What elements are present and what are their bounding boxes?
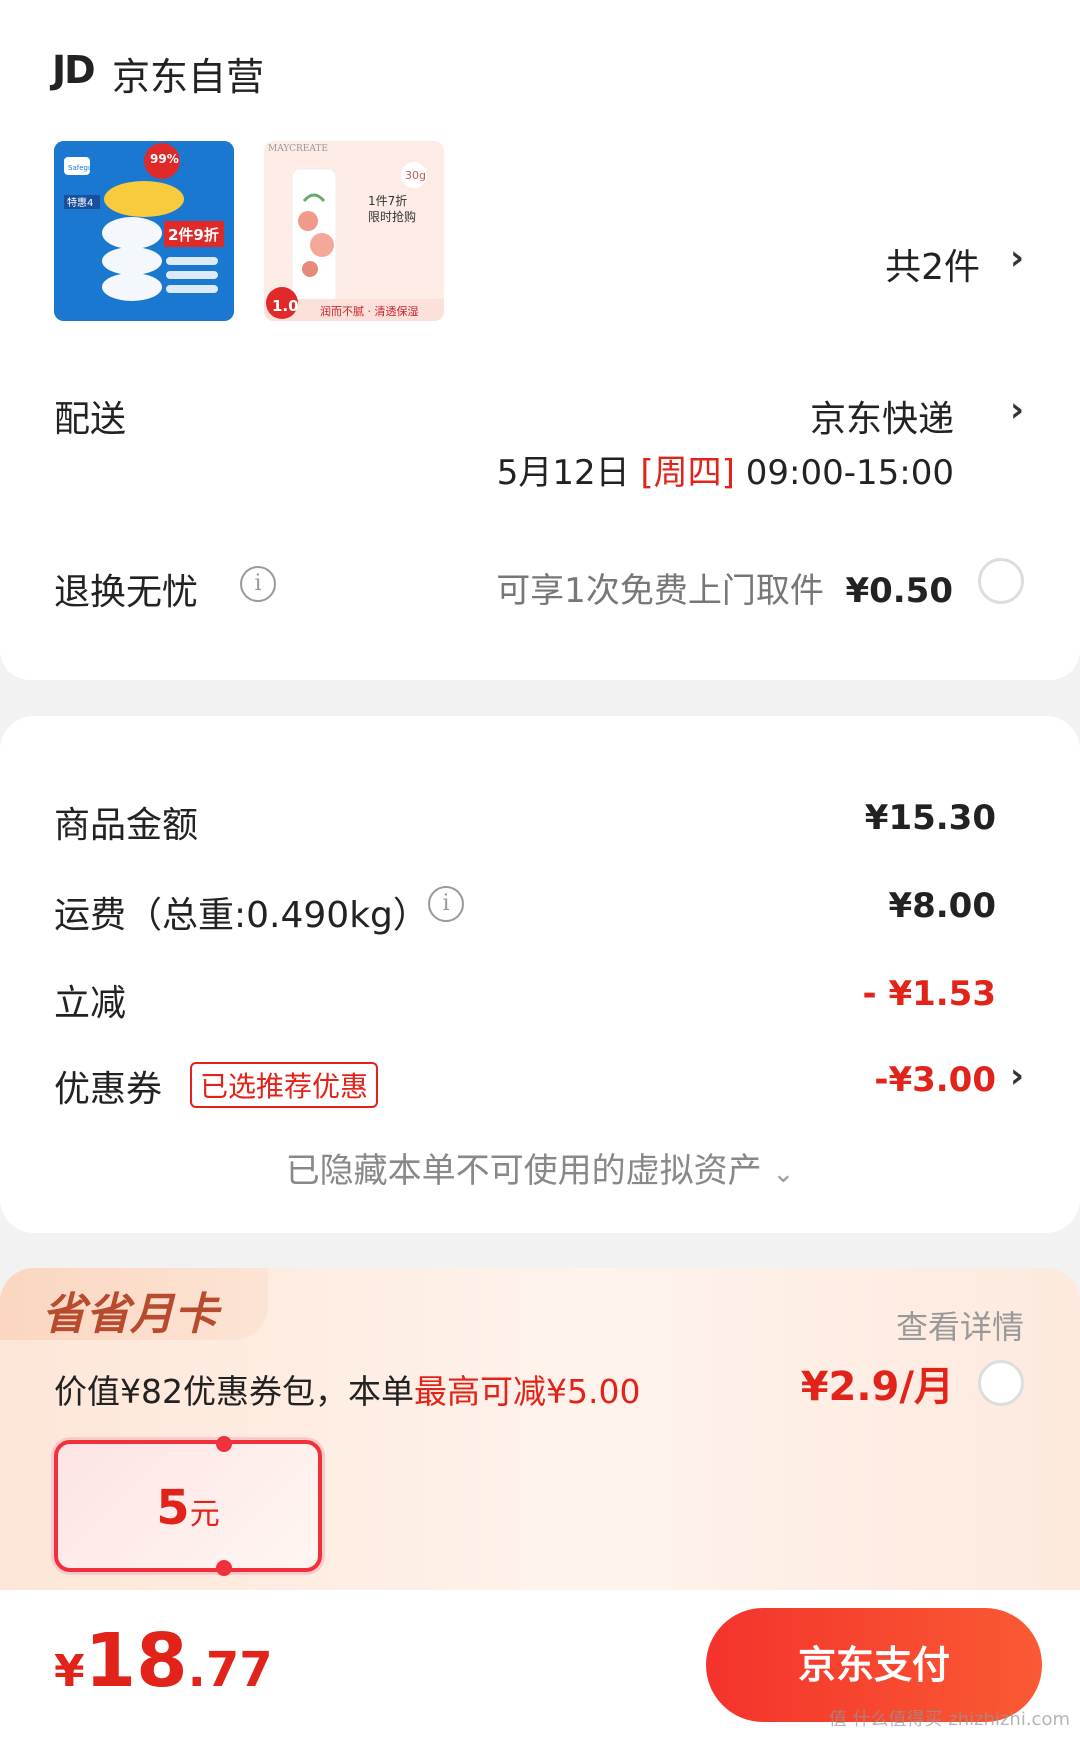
chevron-right-icon[interactable]: › (1010, 238, 1024, 278)
cream-brand-text: MAYCREATE (268, 144, 328, 154)
product-count[interactable]: 共2件 (885, 238, 980, 290)
soap-brand-text: Safeguard (68, 164, 104, 172)
delivery-time-slot: 09:00-15:00 (745, 453, 954, 493)
delivery-method[interactable]: 京东快递 (810, 390, 954, 442)
total-decimal: .77 (187, 1642, 273, 1698)
cream-price-text: 1.0 (272, 297, 299, 315)
return-service-radio[interactable] (978, 558, 1024, 604)
hidden-assets-text: 已隐藏本单不可使用的虚拟资产 (285, 1151, 762, 1191)
coupon-chip: 5元 (54, 1436, 322, 1576)
coupon-badge: 已选推荐优惠 (190, 1062, 379, 1108)
order-total: ¥18.77 (54, 1618, 273, 1704)
coupon-notch (216, 1560, 232, 1576)
product-thumbnail-soap[interactable]: Safeguard 99% 特惠4 2件9折 (54, 141, 234, 321)
return-service-label: 退换无忧 (54, 572, 199, 613)
shipping-label: 运费（总重:0.490kg） (54, 895, 429, 936)
info-icon[interactable]: i (240, 566, 276, 602)
chevron-down-icon: ⌄ (772, 1159, 795, 1189)
product-thumbnail-hand-cream[interactable]: MAYCREATE 30g 1件7折 限时抢购 1.0 润而不腻 · 清透保湿 (264, 141, 444, 321)
bottom-checkout-bar: ¥18.77 京东支付 值 什么值得买 zhizhizhi.com (0, 1590, 1080, 1739)
jd-logo: JD (52, 48, 96, 92)
coupon-value: 5元 (58, 1480, 318, 1536)
store-name: 京东自营 (112, 55, 265, 99)
total-currency: ¥ (54, 1646, 85, 1697)
goods-amount-label: 商品金额 (54, 805, 199, 846)
chevron-right-icon[interactable]: › (1010, 1056, 1024, 1096)
view-details-link[interactable]: 查看详情 (896, 1302, 1024, 1348)
cream-sale-text: 限时抢购 (368, 209, 416, 224)
coupon-value-number: 5 (156, 1480, 190, 1536)
coupon-value-unit: 元 (189, 1497, 220, 1532)
savings-desc-highlight: 最高可减¥5.00 (414, 1372, 641, 1411)
coupon-amount-value[interactable]: -¥3.00 (874, 1060, 996, 1100)
total-integer: 18 (84, 1618, 188, 1704)
shipping-amount-value: ¥8.00 (888, 886, 996, 926)
cream-size-text: 30g (405, 169, 426, 182)
return-service-note: 可享1次免费上门取件 ¥0.50 (496, 563, 953, 612)
savings-desc-prefix: 价值¥82优惠券包，本单 (54, 1372, 414, 1411)
delivery-weekday: [周四] (640, 453, 735, 493)
cream-promo-text: 1件7折 (368, 193, 407, 208)
discount-amount-value: - ¥1.53 (862, 974, 997, 1014)
delivery-label: 配送 (54, 399, 127, 440)
savings-card-desc: 价值¥82优惠券包，本单最高可减¥5.00 (54, 1365, 640, 1413)
info-icon[interactable]: i (428, 886, 464, 922)
delivery-time[interactable]: 5月12日 [周四] 09:00-15:00 (497, 445, 954, 494)
soap-badge-text: 99% (150, 152, 179, 166)
store-card: JD 京东自营 Safeguard 99% 特惠4 2件9折 MAYCREATE (0, 0, 1080, 680)
delivery-date: 5月12日 (496, 453, 630, 493)
goods-amount-value: ¥15.30 (864, 798, 996, 838)
soap-promo-text: 特惠4 (67, 196, 93, 209)
coupon-label: 优惠券 (54, 1069, 163, 1110)
cream-tagline-text: 润而不腻 · 清透保湿 (320, 304, 419, 318)
watermark: 值 什么值得买 zhizhizhi.com (828, 1709, 1070, 1730)
soap-discount-text: 2件9折 (168, 226, 219, 244)
coupon-notch (216, 1436, 232, 1452)
savings-card-radio[interactable] (978, 1360, 1024, 1406)
monthly-savings-card: 省省月卡 查看详情 价值¥82优惠券包，本单最高可减¥5.00 ¥2.9/月 5… (0, 1268, 1080, 1598)
hand-cream-product-image: MAYCREATE 30g 1件7折 限时抢购 1.0 润而不腻 · 清透保湿 (264, 141, 444, 321)
soap-product-image: Safeguard 99% 特惠4 2件9折 (54, 141, 234, 321)
return-service-price: ¥0.50 (845, 571, 953, 611)
savings-card-price: ¥2.9/月 (800, 1364, 954, 1410)
hidden-assets-toggle[interactable]: 已隐藏本单不可使用的虚拟资产 ⌄ (0, 1143, 1080, 1192)
savings-card-title: 省省月卡 (42, 1289, 218, 1340)
return-service-desc: 可享1次免费上门取件 (496, 571, 824, 611)
chevron-right-icon[interactable]: › (1010, 390, 1024, 430)
discount-label: 立减 (54, 983, 127, 1024)
